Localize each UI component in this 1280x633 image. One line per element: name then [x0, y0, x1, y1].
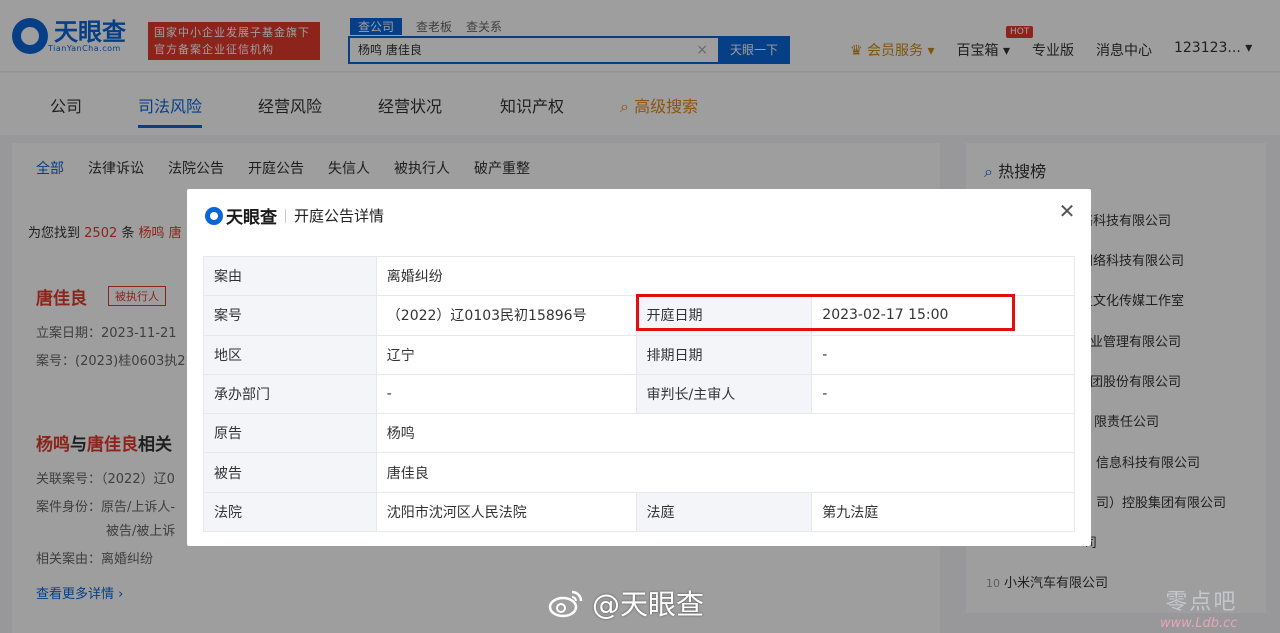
key-department: 承办部门 — [203, 373, 377, 415]
value-courtroom: 第九法庭 — [811, 491, 1075, 533]
key-plaintiff: 原告 — [203, 413, 377, 454]
value-court: 沈阳市沈河区人民法院 — [375, 491, 637, 533]
value-region: 辽宁 — [375, 334, 637, 375]
modal-logo-text: 天眼查 — [226, 208, 277, 228]
value-plaintiff: 杨鸣 — [375, 413, 1076, 454]
logo-eye-icon — [205, 206, 223, 225]
table-row: 案由 离婚纠纷 — [203, 255, 1076, 297]
value-department: - — [375, 373, 637, 415]
value-case-no: （2022）辽0103民初15896号 — [375, 295, 637, 336]
key-judge: 审判长/主审人 — [635, 373, 813, 415]
value-judge: - — [811, 373, 1075, 415]
key-case-no: 案号 — [203, 295, 377, 336]
key-region: 地区 — [203, 334, 377, 375]
site-watermark: 零点吧 www.Ldb.cc — [1160, 584, 1237, 631]
weibo-watermark: @天眼查 — [548, 583, 704, 623]
table-row: 地区 辽宁 排期日期 - — [203, 334, 1075, 375]
modal-title: 开庭公告详情 — [294, 207, 385, 225]
table-row: 原告 杨鸣 — [203, 413, 1076, 454]
key-defendant: 被告 — [203, 452, 377, 493]
header-divider — [285, 208, 286, 223]
value-schedule-date: - — [811, 334, 1075, 375]
site-watermark-url: www.Ldb.cc — [1160, 616, 1238, 631]
highlight-box — [636, 294, 1015, 331]
close-icon[interactable]: ✕ — [1057, 201, 1077, 221]
table-row: 法院 沈阳市沈河区人民法院 法庭 第九法庭 — [203, 491, 1075, 533]
weibo-icon — [548, 590, 583, 618]
modal-logo: 天眼查 开庭公告详情 — [205, 203, 384, 228]
hearing-notice-modal: 天眼查 开庭公告详情 ✕ 案由 离婚纠纷 案号 （2022）辽0103民初158… — [187, 189, 1091, 546]
key-cause: 案由 — [203, 255, 377, 297]
key-court: 法院 — [203, 491, 377, 533]
value-defendant: 唐佳良 — [375, 452, 1076, 493]
key-courtroom: 法庭 — [635, 491, 813, 533]
table-row: 被告 唐佳良 — [203, 452, 1076, 493]
table-row: 承办部门 - 审判长/主审人 - — [203, 373, 1075, 415]
key-schedule-date: 排期日期 — [635, 334, 813, 375]
modal-header: 天眼查 开庭公告详情 ✕ — [187, 189, 1091, 239]
site-watermark-cn: 零点吧 — [1165, 590, 1238, 615]
value-cause: 离婚纠纷 — [375, 255, 1076, 297]
weibo-handle: @天眼查 — [592, 588, 705, 621]
